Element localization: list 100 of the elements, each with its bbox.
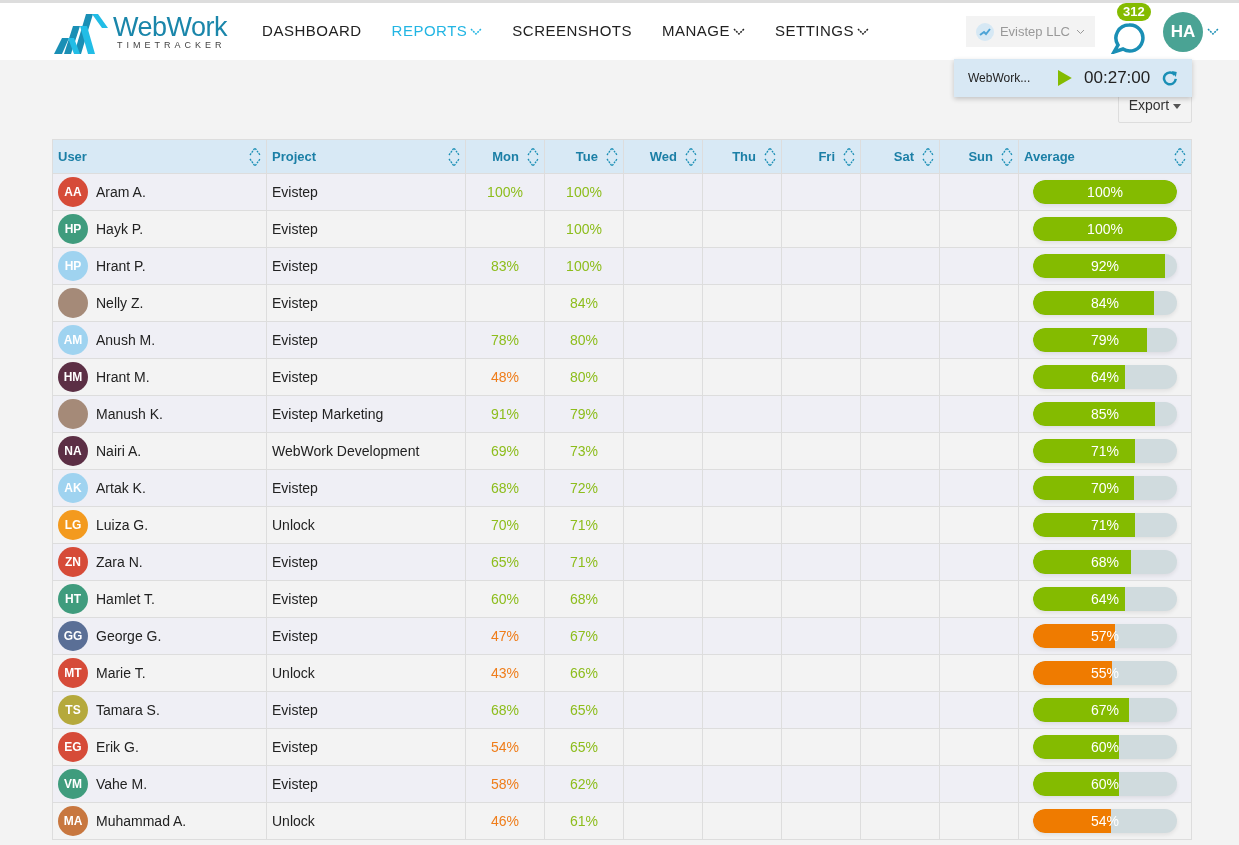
average-percent: 100%	[1086, 219, 1124, 239]
project-name: Unlock	[272, 516, 315, 533]
refresh-icon[interactable]	[1162, 70, 1178, 86]
day-percent: 67%	[570, 627, 598, 644]
sort-icon[interactable]	[606, 146, 618, 167]
average-percent: 64%	[1090, 367, 1120, 387]
day-percent: 68%	[570, 590, 598, 607]
sort-icon[interactable]	[1174, 146, 1186, 167]
user-avatar: ZN	[58, 547, 88, 577]
project-name: Evistep	[272, 257, 318, 274]
nav-link[interactable]: DASHBOARD	[262, 20, 362, 43]
caret-icon	[1076, 28, 1085, 35]
user-avatar: NA	[58, 436, 88, 466]
sort-icon[interactable]	[922, 146, 934, 167]
day-percent: 78%	[491, 331, 519, 348]
day-percent: 70%	[491, 516, 519, 533]
chevron-icon[interactable]	[1207, 28, 1219, 37]
column-header[interactable]: Project	[272, 146, 317, 167]
user-name: Zara N.	[96, 552, 143, 572]
user-avatar: GG	[58, 621, 88, 651]
nav-link[interactable]: SETTINGS	[775, 20, 870, 43]
user-avatar: AM	[58, 325, 88, 355]
average-percent: 67%	[1090, 700, 1120, 720]
column-header[interactable]: Average	[1024, 146, 1075, 167]
column-header[interactable]: Sun	[968, 146, 993, 167]
column-header[interactable]: Fri	[818, 146, 835, 167]
sort-icon[interactable]	[764, 146, 776, 167]
column-header[interactable]: Thu	[732, 146, 756, 167]
day-percent: 62%	[570, 775, 598, 792]
avatar-photo-placeholder	[58, 399, 88, 429]
day-percent: 100%	[566, 220, 602, 237]
user-name: Nelly Z.	[96, 293, 144, 313]
sort-icon[interactable]	[685, 146, 697, 167]
project-name: Evistep	[272, 553, 318, 570]
day-percent: 100%	[566, 183, 602, 200]
sort-icon[interactable]	[527, 146, 539, 167]
user-name: Artak K.	[96, 478, 146, 498]
user-name: Manush K.	[96, 404, 163, 424]
nav-link[interactable]: MANAGE	[662, 20, 746, 43]
user-avatar: MA	[58, 806, 88, 836]
sort-icon[interactable]	[249, 146, 261, 167]
day-percent: 60%	[491, 590, 519, 607]
user-avatar: HP	[58, 251, 88, 281]
average-percent: 84%	[1090, 293, 1120, 313]
day-percent: 72%	[570, 479, 598, 496]
project-name: Evistep	[272, 479, 318, 496]
project-name: WebWork Development	[272, 442, 420, 459]
average-percent: 71%	[1090, 515, 1120, 535]
nav-link[interactable]: SCREENSHOTS	[512, 20, 632, 43]
average-percent: 68%	[1090, 552, 1120, 572]
company-logo-icon	[975, 22, 994, 41]
project-name: Evistep	[272, 627, 318, 644]
column-header[interactable]: User	[58, 146, 87, 167]
project-name: Unlock	[272, 812, 315, 829]
day-percent: 58%	[491, 775, 519, 792]
logo-text: WebWork	[113, 13, 228, 41]
day-percent: 54%	[491, 738, 519, 755]
sort-icon[interactable]	[1001, 146, 1013, 167]
user-avatar: AA	[58, 177, 88, 207]
nav-link[interactable]: REPORTS	[391, 20, 483, 43]
user-name: Hamlet T.	[96, 589, 155, 609]
day-percent: 69%	[491, 442, 519, 459]
user-name: Marie T.	[96, 663, 146, 683]
day-percent: 46%	[491, 812, 519, 829]
user-avatar: TS	[58, 695, 88, 725]
project-name: Unlock	[272, 664, 315, 681]
day-percent: 43%	[491, 664, 519, 681]
average-percent: 64%	[1090, 589, 1120, 609]
day-percent: 83%	[491, 257, 519, 274]
day-percent: 84%	[570, 294, 598, 311]
user-avatar: HP	[58, 214, 88, 244]
user-name: George G.	[96, 626, 162, 646]
day-percent: 73%	[570, 442, 598, 459]
day-percent: 79%	[570, 405, 598, 422]
sort-icon[interactable]	[843, 146, 855, 167]
company-selector[interactable]: Evistep LLC	[965, 15, 1095, 48]
chat-bubble-icon[interactable]	[1111, 21, 1145, 54]
project-name: Evistep Marketing	[272, 405, 384, 422]
day-percent: 71%	[570, 516, 598, 533]
company-name: Evistep LLC	[999, 22, 1070, 41]
day-percent: 65%	[491, 553, 519, 570]
user-name: Hrant P.	[96, 256, 146, 276]
day-percent: 47%	[491, 627, 519, 644]
average-percent: 85%	[1090, 404, 1120, 424]
day-percent: 100%	[487, 183, 523, 200]
project-name: Evistep	[272, 294, 318, 311]
project-name: Evistep	[272, 220, 318, 237]
day-percent: 100%	[566, 257, 602, 274]
user-avatar[interactable]: HA	[1163, 11, 1203, 52]
project-name: Evistep	[272, 183, 318, 200]
column-header[interactable]: Sat	[893, 146, 914, 167]
user-name: Muhammad A.	[96, 811, 187, 831]
user-name: Tamara S.	[96, 700, 160, 720]
play-icon[interactable]	[1058, 70, 1073, 86]
project-name: Evistep	[272, 331, 318, 348]
column-header[interactable]: Tue	[575, 146, 598, 167]
sort-icon[interactable]	[448, 146, 460, 167]
day-percent: 65%	[570, 701, 598, 718]
avatar-photo-placeholder	[58, 288, 88, 318]
user-avatar: AK	[58, 473, 88, 503]
